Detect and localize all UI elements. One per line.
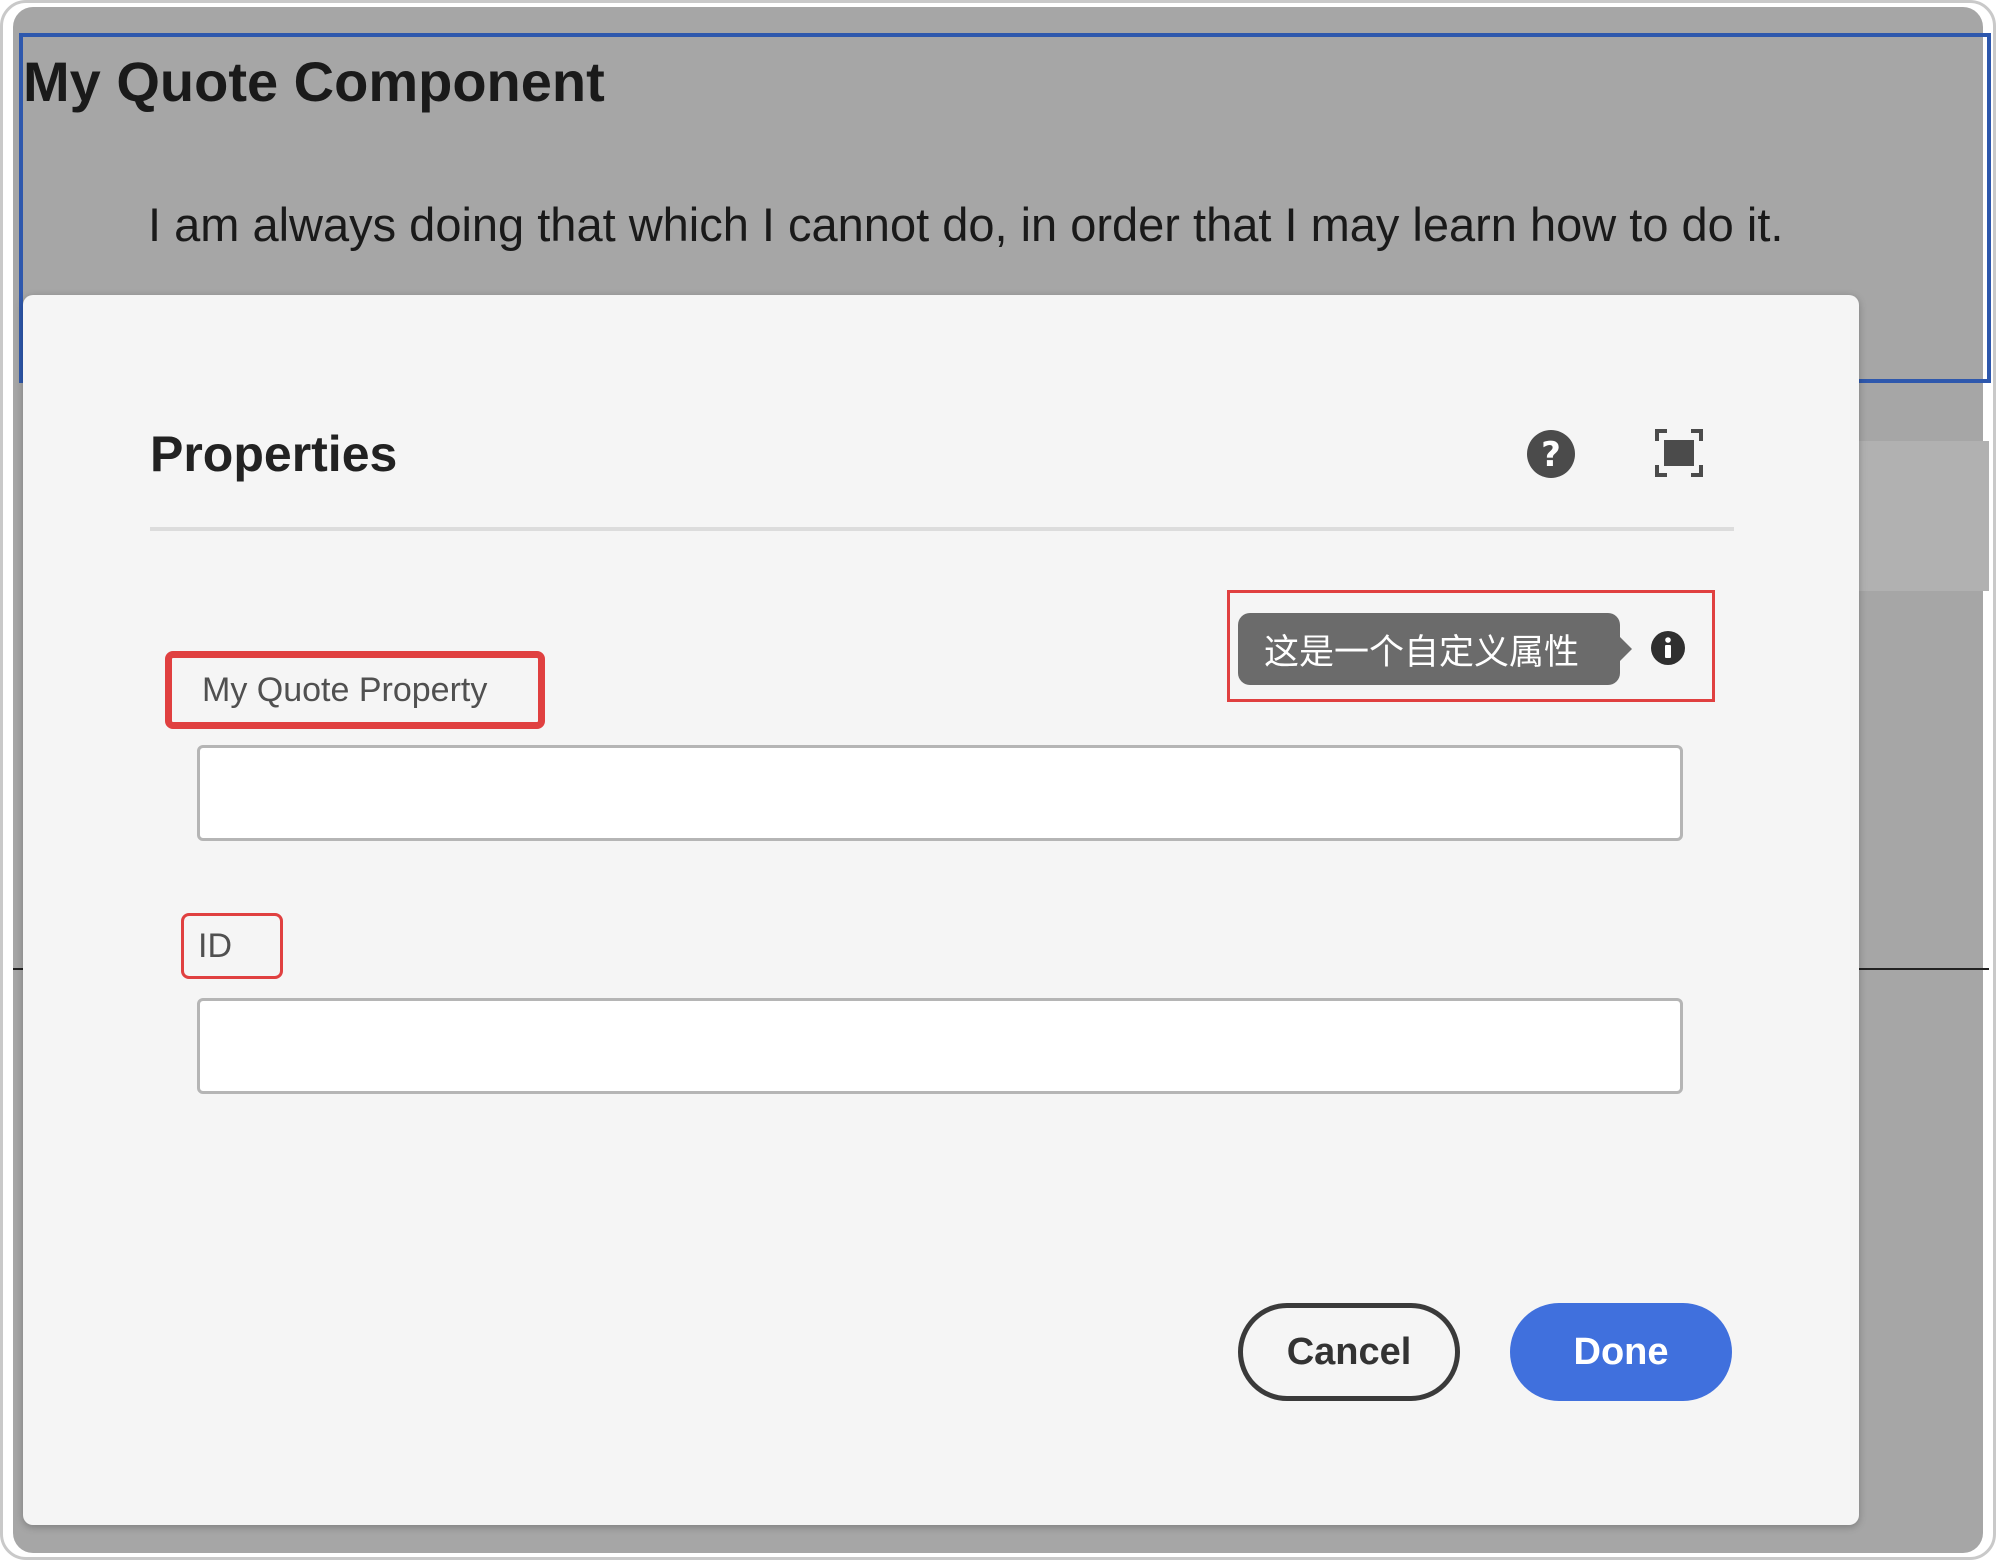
header-divider bbox=[150, 527, 1734, 531]
done-button[interactable]: Done bbox=[1510, 1303, 1732, 1401]
background-panel bbox=[1857, 441, 1989, 591]
properties-dialog: Properties ? 这是一个自定义属性 My Quote Property… bbox=[23, 295, 1859, 1525]
my-quote-property-label: My Quote Property bbox=[165, 651, 545, 729]
dialog-title: Properties bbox=[150, 426, 398, 482]
svg-text:?: ? bbox=[1541, 435, 1561, 475]
quote-text: I am always doing that which I cannot do… bbox=[148, 198, 1784, 251]
help-circle-icon[interactable]: ? bbox=[1525, 428, 1577, 480]
my-quote-property-input[interactable] bbox=[197, 745, 1683, 841]
info-circle-icon[interactable] bbox=[1650, 630, 1686, 666]
tooltip-arrow bbox=[1618, 635, 1632, 663]
field-tooltip: 这是一个自定义属性 bbox=[1238, 613, 1620, 685]
id-input[interactable] bbox=[197, 998, 1683, 1094]
id-label: ID bbox=[181, 913, 283, 979]
window-frame: My Quote Component I am always doing tha… bbox=[0, 0, 1996, 1560]
tooltip-highlight: 这是一个自定义属性 bbox=[1227, 590, 1715, 702]
fullscreen-icon[interactable] bbox=[1653, 427, 1705, 479]
cancel-button[interactable]: Cancel bbox=[1238, 1303, 1460, 1401]
component-title: My Quote Component bbox=[23, 50, 605, 113]
